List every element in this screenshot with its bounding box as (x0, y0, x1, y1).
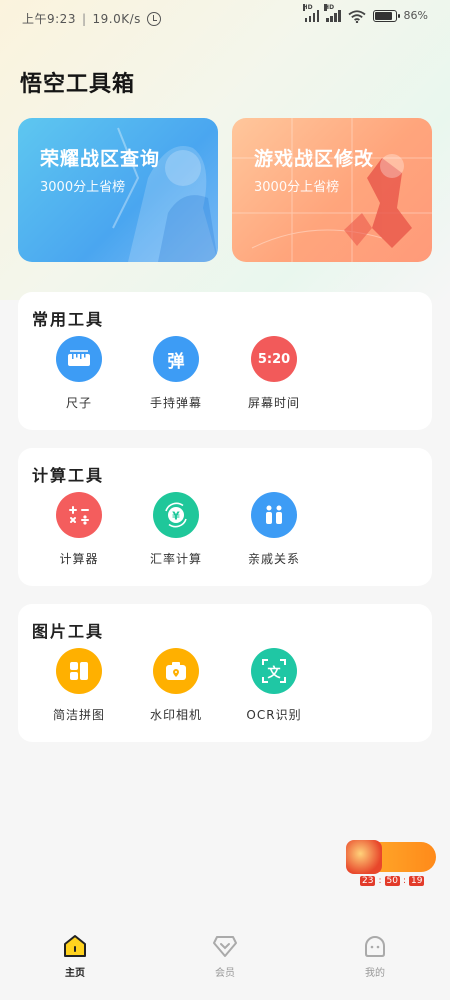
svg-text:¥: ¥ (172, 510, 180, 523)
relatives-icon (251, 492, 297, 538)
tool-calculator[interactable]: 计算器 (29, 492, 129, 567)
countdown-separator: : (378, 876, 382, 886)
nav-label: 我的 (365, 968, 385, 979)
ocr-icon: 文 (251, 648, 297, 694)
nav-profile[interactable]: 我的 (335, 934, 415, 979)
alarm-icon (146, 11, 161, 26)
nav-home[interactable]: 主页 (35, 934, 115, 979)
countdown-seconds: 19 (409, 876, 425, 886)
tool-label: 水印相机 (149, 708, 202, 722)
tool-label: 亲戚关系 (247, 552, 300, 566)
section-title: 计算工具 (32, 466, 105, 485)
tool-exchange-rate[interactable]: ¥ 汇率计算 (126, 492, 226, 567)
tool-watermark-camera[interactable]: 水印相机 (126, 648, 226, 723)
banner-subtitle: 3000分上省榜 (254, 180, 340, 195)
signal-icon: HD (324, 3, 341, 22)
tool-label: 尺子 (65, 396, 92, 410)
ocr-icon-text: 文 (267, 665, 281, 681)
status-time: 上午9:23 (22, 12, 76, 26)
countdown-hours: 23 (360, 876, 376, 886)
tool-label: 计算器 (59, 552, 99, 566)
tool-screen-time[interactable]: 5:20 屏幕时间 (224, 336, 324, 411)
tool-simple-collage[interactable]: 简洁拼图 (29, 648, 129, 723)
tool-label: 屏幕时间 (247, 396, 300, 410)
promo-countdown: 23 : 50 : 19 (360, 876, 425, 886)
tool-relatives[interactable]: 亲戚关系 (224, 492, 324, 567)
banner-title: 游戏战区修改 (254, 148, 375, 170)
calculator-icon (56, 492, 102, 538)
nav-label: 主页 (65, 968, 85, 979)
tool-label: 汇率计算 (149, 552, 202, 566)
section-common-tools: 常用工具 尺子 弹 手持弹幕 5:20 屏幕时间 (18, 292, 432, 430)
status-right: HD HD 86% (302, 3, 428, 23)
wifi-icon (347, 9, 366, 23)
danmaku-icon: 弹 (153, 336, 199, 382)
home-icon (62, 934, 88, 958)
status-separator: | (81, 11, 87, 26)
ruler-icon (56, 336, 102, 382)
countdown-separator: : (402, 876, 406, 886)
section-calc-tools: 计算工具 计算器 ¥ 汇率计算 亲戚关系 (18, 448, 432, 586)
tool-ruler[interactable]: 尺子 (29, 336, 129, 411)
exchange-rate-icon: ¥ (153, 492, 199, 538)
battery-icon (372, 9, 400, 22)
status-bar: 上午9:23 | 19.0K/s HD HD 86% (0, 0, 450, 36)
network-speed: 19.0K/s (92, 11, 141, 26)
tool-label: OCR识别 (246, 708, 302, 722)
banner-subtitle: 3000分上省榜 (40, 180, 126, 195)
banner-honor-zone-query[interactable]: 荣耀战区查询 3000分上省榜 (18, 118, 218, 262)
section-title: 常用工具 (32, 310, 105, 329)
battery-percent: 86% (403, 9, 428, 22)
vip-diamond-icon (212, 934, 238, 958)
watermark-camera-icon (153, 648, 199, 694)
banner-game-zone-modify[interactable]: 游戏战区修改 3000分上省榜 (232, 118, 432, 262)
section-image-tools: 图片工具 简洁拼图 水印相机 文 OCR识别 (18, 604, 432, 742)
nav-vip[interactable]: 会员 (185, 934, 265, 979)
section-title: 图片工具 (32, 622, 105, 641)
red-envelope-icon (346, 840, 382, 874)
bottom-nav: 主页 会员 我的 (0, 920, 450, 1000)
banner-title: 荣耀战区查询 (40, 148, 161, 170)
collage-icon (56, 648, 102, 694)
profile-face-icon (362, 934, 388, 958)
app-title: 悟空工具箱 (20, 72, 136, 97)
status-left: 上午9:23 | 19.0K/s (22, 10, 161, 27)
tool-ocr[interactable]: 文 OCR识别 (224, 648, 324, 723)
countdown-minutes: 50 (384, 876, 400, 886)
signal-icon: HD (302, 3, 320, 22)
floating-promo-widget[interactable]: 23 : 50 : 19 (346, 840, 436, 890)
tool-label: 手持弹幕 (149, 396, 202, 410)
tool-handheld-danmaku[interactable]: 弹 手持弹幕 (126, 336, 226, 411)
tool-label: 简洁拼图 (52, 708, 105, 722)
nav-label: 会员 (215, 968, 235, 979)
screen-time-icon: 5:20 (251, 336, 297, 382)
